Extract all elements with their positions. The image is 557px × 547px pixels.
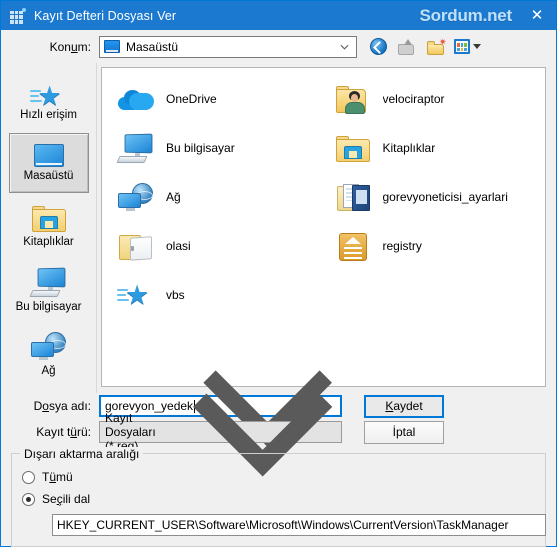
list-item[interactable]: Bu bilgisayar <box>108 123 325 172</box>
back-arrow-icon <box>369 38 387 55</box>
location-value: Masaüstü <box>126 39 179 54</box>
list-item[interactable]: Ağ <box>108 172 325 221</box>
sidebar-item-this-pc[interactable]: Bu bilgisayar <box>9 261 89 321</box>
radio-all-label: Tümü <box>42 470 73 484</box>
sidebar-item-desktop[interactable]: Masaüstü <box>8 133 89 193</box>
file-name: Ağ <box>166 189 181 204</box>
shortcut-star-icon: ★ <box>116 275 156 315</box>
radio-selected-branch-label: Seçili dal <box>42 492 91 506</box>
watermark: Sordum.net <box>419 5 513 25</box>
cancel-button[interactable]: İptal <box>364 420 444 444</box>
list-item[interactable]: olasi <box>108 221 325 270</box>
view-grid-icon <box>454 39 470 54</box>
sidebar-item-label: Masaüstü <box>23 169 74 182</box>
export-range-groupbox: Dışarı aktarma aralığı Tümü Seçili dal H… <box>11 447 546 547</box>
navigation-toolbar: ✷ <box>367 36 481 58</box>
close-icon[interactable]: ✕ <box>522 4 552 28</box>
sidebar-item-quick-access[interactable]: ★ Hızlı erişim <box>9 69 89 129</box>
file-name: registry <box>382 238 422 253</box>
filename-label: Dosya adı: <box>33 399 91 413</box>
location-label: Konum: <box>49 39 91 54</box>
quick-access-star-icon: ★ <box>29 83 70 114</box>
file-name: gorevyoneticisi_ayarlari <box>382 189 508 204</box>
list-item[interactable]: OneDrive <box>108 74 325 123</box>
save-button[interactable]: Kaydet <box>364 394 444 418</box>
chevron-down-icon <box>473 44 481 49</box>
this-pc-icon <box>28 267 67 298</box>
new-folder-icon: ✷ <box>426 37 447 55</box>
list-item[interactable]: Kitaplıklar <box>325 123 542 172</box>
places-sidebar: ★ Hızlı erişim Masaüstü Kitaplıklar Bu b… <box>1 63 97 393</box>
filetype-row: Kayıt türü: Kayıt Dosyaları (*.reg) İpta… <box>1 393 556 477</box>
user-folder-icon <box>333 79 373 119</box>
desktop-monitor-icon <box>104 40 120 53</box>
list-item[interactable]: gorevyoneticisi_ayarlari <box>325 172 542 221</box>
up-folder-icon <box>398 38 416 55</box>
file-name: OneDrive <box>166 91 217 106</box>
new-folder-button[interactable]: ✷ <box>425 36 447 58</box>
libraries-folder-icon <box>333 128 373 168</box>
network-icon <box>116 177 156 217</box>
location-combobox[interactable]: Masaüstü <box>99 35 357 58</box>
export-range-title: Dışarı aktarma aralığı <box>20 447 144 461</box>
open-folder-icon <box>116 226 156 266</box>
file-name: Bu bilgisayar <box>166 140 235 155</box>
filetype-label: Kayıt türü: <box>36 425 91 439</box>
file-name: Kitaplıklar <box>382 140 436 155</box>
list-item[interactable]: velociraptor <box>325 74 542 123</box>
radio-icon-selected <box>22 492 35 506</box>
title-bar: Kayıt Defteri Dosyası Ver Sordum.net ✕ <box>1 1 556 30</box>
document-folder-icon <box>333 177 373 217</box>
list-item[interactable]: registry <box>325 221 542 270</box>
sidebar-item-network[interactable]: Ağ <box>9 325 89 385</box>
sidebar-item-label: Bu bilgisayar <box>15 301 82 314</box>
sidebar-item-label: Kitaplıklar <box>23 235 74 248</box>
save-registry-file-dialog: Kayıt Defteri Dosyası Ver Sordum.net ✕ K… <box>0 0 557 547</box>
list-item[interactable]: ★ vbs <box>108 270 325 319</box>
view-button[interactable] <box>454 36 481 58</box>
registry-path-value: HKEY_CURRENT_USER\Software\Microsoft\Win… <box>57 518 509 532</box>
location-bar: Konum: Masaüstü ✷ <box>1 30 556 63</box>
network-icon <box>30 332 67 362</box>
libraries-folder-icon <box>31 205 66 233</box>
file-name: vbs <box>166 287 185 302</box>
back-button[interactable] <box>367 36 389 58</box>
registry-file-icon <box>333 226 373 266</box>
radio-all[interactable]: Tümü <box>22 466 535 488</box>
sidebar-item-label: Ağ <box>41 365 56 378</box>
up-button[interactable] <box>396 36 418 58</box>
sidebar-item-libraries[interactable]: Kitaplıklar <box>9 197 89 257</box>
registry-editor-icon <box>10 7 26 24</box>
desktop-monitor-icon <box>33 143 64 167</box>
file-name: olasi <box>166 238 191 253</box>
onedrive-cloud-icon <box>116 79 156 119</box>
window-title: Kayıt Defteri Dosyası Ver <box>34 8 177 23</box>
radio-selected-branch[interactable]: Seçili dal <box>22 488 535 510</box>
radio-icon <box>22 470 35 484</box>
registry-path-input[interactable]: HKEY_CURRENT_USER\Software\Microsoft\Win… <box>52 514 546 536</box>
filetype-combobox[interactable]: Kayıt Dosyaları (*.reg) <box>99 393 342 477</box>
this-pc-icon <box>116 128 156 168</box>
file-name: velociraptor <box>382 91 445 106</box>
chevron-down-icon <box>340 44 349 50</box>
